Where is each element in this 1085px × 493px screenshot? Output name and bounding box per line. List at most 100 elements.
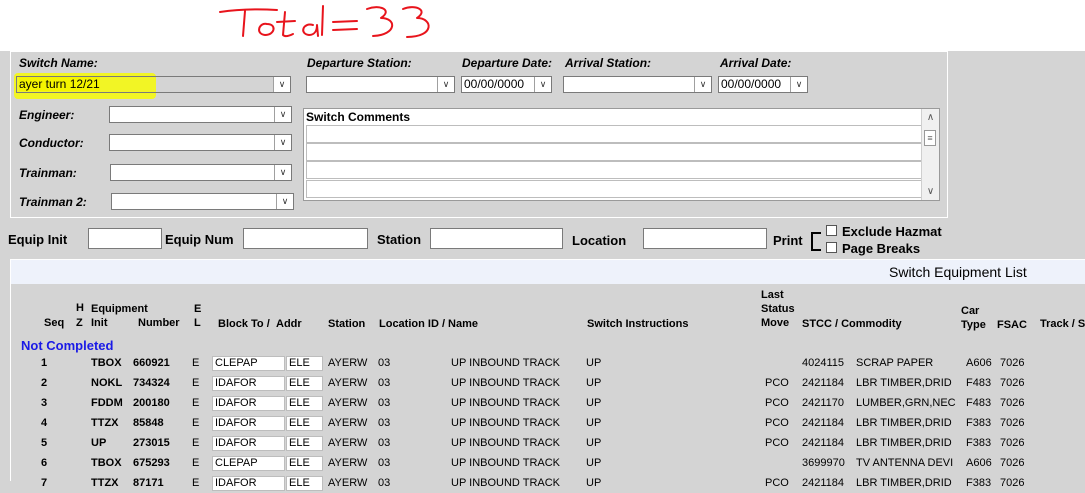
addr-input[interactable]: ELE [286,416,323,431]
addr-input[interactable]: ELE [286,396,323,411]
engineer-select[interactable]: ∨ [109,106,292,123]
cell-number: 85848 [133,417,164,429]
cell-station: AYERW [328,397,368,409]
cell-init: TBOX [91,457,122,469]
chevron-down-icon[interactable]: ∨ [274,135,291,150]
scroll-up-icon[interactable]: ∧ [922,110,939,125]
exclude-hazmat-checkbox[interactable] [826,225,837,236]
cell-move: PCO [765,417,789,429]
addr-input[interactable]: ELE [286,476,323,491]
cell-location-id: 03 [378,417,391,429]
block-to-input[interactable]: IDAFOR [212,436,285,451]
cell-init: UP [91,437,107,449]
trainman-2-select[interactable]: ∨ [111,193,294,210]
chevron-down-icon[interactable]: ∨ [534,77,551,92]
chevron-down-icon[interactable]: ∨ [694,77,711,92]
page-breaks-checkbox[interactable] [826,242,837,253]
not-completed-group-label: Not Completed [21,338,114,353]
cell-instructions: UP [586,357,602,369]
chevron-down-icon[interactable]: ∨ [437,77,454,92]
table-row[interactable]: 2 NOKL 734324 E AYERW 03 UP INBOUND TRACK UP PCO… [11,375,1085,393]
location-input[interactable] [643,228,767,249]
cell-init: TBOX [91,357,122,369]
comment-line[interactable] [306,125,922,143]
cell-location-id: 03 [378,377,391,389]
chevron-down-icon[interactable]: ∨ [274,165,291,180]
comment-line[interactable] [306,161,922,179]
switch-comments-label: Switch Comments [306,110,411,124]
block-to-input[interactable]: CLEPAP [212,456,285,471]
cell-car-type: F483 [966,377,992,389]
departure-date-value: 00/00/0000 [464,77,525,91]
table-row[interactable]: 1 TBOX 660921 E AYERW 03 UP INBOUND TRACK UP 402… [11,355,1085,373]
block-to-input[interactable]: IDAFOR [212,396,285,411]
table-row[interactable]: 3 FDDM 200180 E AYERW 03 UP INBOUND TRACK UP PCO… [11,395,1085,413]
block-to-input[interactable]: IDAFOR [212,416,285,431]
cell-commodity: LBR TIMBER,DRID [856,437,952,449]
page-breaks-label: Page Breaks [842,241,921,256]
col-track: Track / S [1040,318,1085,330]
cell-car-type: F383 [966,417,992,429]
table-row[interactable]: 6 TBOX 675293 E AYERW 03 UP INBOUND TRACK UP 369… [11,455,1085,473]
cell-el: E [192,477,200,489]
cell-station: AYERW [328,377,368,389]
departure-station-select[interactable]: ∨ [306,76,455,93]
arrival-station-select[interactable]: ∨ [563,76,712,93]
scroll-down-icon[interactable]: ∨ [922,184,939,199]
col-hz-h: H [76,302,84,314]
cell-el: E [192,457,200,469]
cell-instructions: UP [586,437,602,449]
arrival-date-value: 00/00/0000 [721,77,782,91]
cell-fsac: 7026 [1000,477,1025,489]
block-to-input[interactable]: IDAFOR [212,376,285,391]
chevron-down-icon[interactable]: ∨ [276,194,293,209]
table-row[interactable]: 5 UP 273015 E AYERW 03 UP INBOUND TRACK UP PCO 24… [11,435,1085,453]
comment-line[interactable] [306,143,922,161]
equip-init-input[interactable] [88,228,162,249]
cell-instructions: UP [586,377,602,389]
cell-location-id: 03 [378,457,391,469]
col-instructions: Switch Instructions [587,318,689,330]
departure-date-select[interactable]: 00/00/0000 ∨ [461,76,552,93]
addr-input[interactable]: ELE [286,356,323,371]
conductor-select[interactable]: ∨ [109,134,292,151]
cell-stcc: 2421184 [802,437,845,449]
scroll-thumb[interactable]: ≡ [924,130,936,146]
switch-comments-box[interactable]: Switch Comments ∧ ≡ ∨ [303,108,940,201]
cell-location-name: UP INBOUND TRACK [451,417,561,429]
block-to-input[interactable]: IDAFOR [212,476,285,491]
comment-line[interactable] [306,180,922,198]
col-type: Type [961,319,986,331]
addr-input[interactable]: ELE [286,436,323,451]
addr-input[interactable]: ELE [286,376,323,391]
col-location: Location ID / Name [379,318,479,330]
trainman-select[interactable]: ∨ [110,164,292,181]
cell-seq: 1 [41,357,48,369]
cell-stcc: 2421184 [802,377,845,389]
cell-car-type: F383 [966,437,992,449]
table-row[interactable]: 7 TTZX 87171 E AYERW 03 UP INBOUND TRACK UP PCO 2… [11,475,1085,493]
exclude-hazmat-label: Exclude Hazmat [842,224,942,239]
col-init: Init [91,317,108,329]
cell-init: FDDM [91,397,123,409]
equip-num-input[interactable] [243,228,368,249]
station-input[interactable] [430,228,563,249]
cell-fsac: 7026 [1000,377,1025,389]
addr-input[interactable]: ELE [286,456,323,471]
location-label: Location [572,233,627,248]
chevron-down-icon[interactable]: ∨ [273,77,290,92]
col-el-l: L [194,317,201,329]
col-fsac: FSAC [997,319,1027,331]
cell-station: AYERW [328,357,368,369]
comments-scrollbar[interactable]: ∧ ≡ ∨ [921,109,939,200]
chevron-down-icon[interactable]: ∨ [790,77,807,92]
col-el-e: E [194,303,202,315]
col-block-to: Block To / [218,318,270,330]
cell-station: AYERW [328,457,368,469]
switch-name-select[interactable]: ayer turn 12/21 ∨ [16,76,291,93]
table-row[interactable]: 4 TTZX 85848 E AYERW 03 UP INBOUND TRACK UP PCO 2… [11,415,1085,433]
switch-name-value: ayer turn 12/21 [19,77,100,91]
chevron-down-icon[interactable]: ∨ [274,107,291,122]
block-to-input[interactable]: CLEPAP [212,356,285,371]
arrival-date-select[interactable]: 00/00/0000 ∨ [718,76,808,93]
